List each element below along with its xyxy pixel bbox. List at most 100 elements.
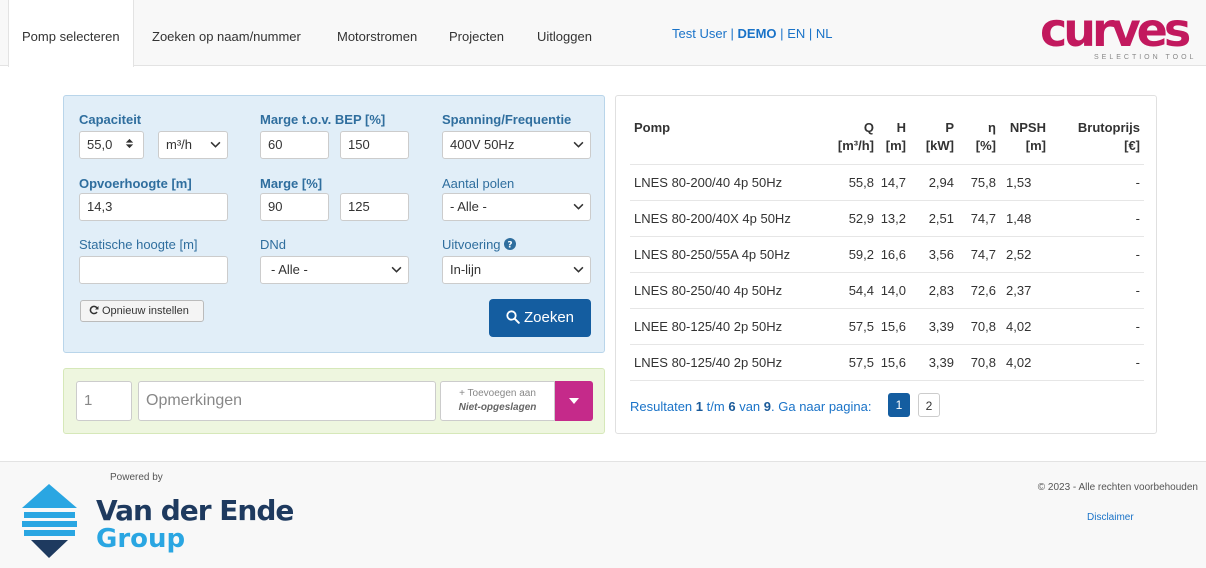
uitvoering-label-wrap: Uitvoering ? xyxy=(442,237,517,252)
search-button[interactable]: Zoeken xyxy=(489,299,591,337)
cell-npsh: 1,48 xyxy=(1006,211,1032,226)
polen-value: - Alle - xyxy=(450,199,487,214)
polen-select[interactable]: - Alle - xyxy=(442,193,591,221)
col-header-brutoprijs[interactable]: Brutoprijs [€] xyxy=(1058,119,1140,155)
statisch-input[interactable] xyxy=(79,256,228,284)
search-form-panel: Capaciteit 55,0 m³/h Marge t.o.v. BEP [%… xyxy=(63,95,605,353)
cell-pomp: LNES 80-250/40 4p 50Hz xyxy=(634,283,783,298)
capacity-label: Capaciteit xyxy=(79,112,142,127)
cell-eta: 74,7 xyxy=(970,211,996,226)
nav-zoeken-naam[interactable]: Zoeken op naam/nummer xyxy=(152,0,301,66)
vde-brand-line2: Group xyxy=(96,524,186,554)
cell-brutoprijs: - xyxy=(1135,211,1140,226)
marge-label: Marge [%] xyxy=(260,176,323,191)
chevron-down-icon xyxy=(391,266,402,273)
spanning-label: Spanning/Frequentie xyxy=(442,112,572,127)
chevron-down-icon xyxy=(573,203,584,210)
help-icon[interactable]: ? xyxy=(504,238,517,251)
cell-brutoprijs: - xyxy=(1135,247,1140,262)
add-to-project-button[interactable]: + Toevoegen aan Niet-opgeslagen xyxy=(440,381,555,421)
lang-nl-link[interactable]: NL xyxy=(816,26,833,41)
cell-npsh: 1,53 xyxy=(1006,175,1032,190)
nav-projecten[interactable]: Projecten xyxy=(449,0,504,66)
cell-brutoprijs: - xyxy=(1135,283,1140,298)
table-row[interactable]: LNES 80-200/40 4p 50Hz 55,8 14,7 2,94 75,8 1,… xyxy=(630,164,1144,200)
curves-logo[interactable]: curves SELECTION TOOL xyxy=(1040,3,1200,64)
nav-uitloggen[interactable]: Uitloggen xyxy=(537,0,592,66)
cell-h: 14,7 xyxy=(880,175,906,190)
disclaimer-link[interactable]: Disclaimer xyxy=(1087,512,1134,523)
col-header-pomp[interactable]: Pomp xyxy=(634,119,670,137)
cell-eta: 70,8 xyxy=(970,319,996,334)
svg-text:curves: curves xyxy=(1040,8,1190,52)
separator: | xyxy=(780,26,784,41)
capacity-input[interactable]: 55,0 xyxy=(79,131,144,159)
col-header-eta[interactable]: η [%] xyxy=(966,119,996,155)
col-header-npsh[interactable]: NPSH [m] xyxy=(998,119,1046,155)
cell-p: 3,39 xyxy=(928,355,954,370)
cell-p: 2,83 xyxy=(928,283,954,298)
table-row[interactable]: LNES 80-125/40 2p 50Hz 57,5 15,6 3,39 70,8 4,… xyxy=(630,344,1144,380)
user-links: Test User | DEMO | EN | NL xyxy=(672,26,833,41)
col-header-h[interactable]: H [m] xyxy=(876,119,906,155)
table-row[interactable]: LNES 80-200/40X 4p 50Hz 52,9 13,2 2,51 74,7 1… xyxy=(630,200,1144,236)
reset-label: Opnieuw instellen xyxy=(102,305,189,317)
cell-p: 3,39 xyxy=(928,319,954,334)
page-1-button[interactable]: 1 xyxy=(888,393,910,417)
table-row[interactable]: LNES 80-250/40 4p 50Hz 54,4 14,0 2,83 72,6 2,… xyxy=(630,272,1144,308)
vde-logo-icon[interactable] xyxy=(22,484,77,558)
col-header-p[interactable]: P [kW] xyxy=(916,119,954,155)
marge-bep-min-input[interactable]: 60 xyxy=(260,131,329,159)
lang-en-link[interactable]: EN xyxy=(787,26,805,41)
opvoer-input[interactable]: 14,3 xyxy=(79,193,228,221)
cell-brutoprijs: - xyxy=(1135,319,1140,334)
cell-q: 57,5 xyxy=(848,319,874,334)
user-name-link[interactable]: Test User xyxy=(672,26,727,41)
capacity-unit-select[interactable]: m³/h xyxy=(158,131,228,159)
dnd-value: - Alle - xyxy=(271,262,308,277)
marge-bep-label: Marge t.o.v. BEP [%] xyxy=(260,112,386,127)
cell-pomp: LNES 80-125/40 2p 50Hz xyxy=(634,355,783,370)
dnd-label: DNd xyxy=(260,237,287,252)
curves-logo-mark: curves xyxy=(1040,3,1194,57)
reset-button[interactable]: Opnieuw instellen xyxy=(80,300,204,322)
stepper-icon[interactable] xyxy=(124,138,135,149)
cell-p: 2,94 xyxy=(928,175,954,190)
table-row[interactable]: LNES 80-250/55A 4p 50Hz 59,2 16,6 3,56 74,7 2… xyxy=(630,236,1144,272)
chevron-down-icon xyxy=(573,266,584,273)
remarks-input[interactable]: Opmerkingen xyxy=(138,381,436,421)
uitvoering-value: In-lijn xyxy=(450,262,482,277)
spanning-select[interactable]: 400V 50Hz xyxy=(442,131,591,159)
separator: | xyxy=(808,26,813,41)
uitvoering-label: Uitvoering xyxy=(442,237,501,252)
nav-pomp-selecteren[interactable]: Pomp selecteren xyxy=(8,0,134,67)
nav-motorstromen[interactable]: Motorstromen xyxy=(337,0,417,66)
page-2-button[interactable]: 2 xyxy=(918,393,940,417)
refresh-icon xyxy=(89,305,99,315)
cell-eta: 70,8 xyxy=(970,355,996,370)
cell-eta: 75,8 xyxy=(970,175,996,190)
search-icon xyxy=(506,310,520,324)
caret-down-icon xyxy=(569,398,579,404)
table-row[interactable]: LNEE 80-125/40 2p 50Hz 57,5 15,6 3,39 70,8 4,… xyxy=(630,308,1144,344)
search-label: Zoeken xyxy=(523,309,575,326)
powered-by: Powered by xyxy=(110,472,163,483)
marge-bep-max-input[interactable]: 150 xyxy=(340,131,409,159)
marge-min-input[interactable]: 90 xyxy=(260,193,329,221)
add-dropdown-button[interactable] xyxy=(555,381,593,421)
col-header-q[interactable]: Q [m³/h] xyxy=(812,119,874,155)
cell-npsh: 4,02 xyxy=(1006,319,1032,334)
table-bottom-border xyxy=(630,380,1144,381)
cell-h: 13,2 xyxy=(880,211,906,226)
marge-max-input[interactable]: 125 xyxy=(340,193,409,221)
quantity-input[interactable]: 1 xyxy=(76,381,132,421)
notes-panel: 1 Opmerkingen + Toevoegen aan Niet-opges… xyxy=(63,368,605,434)
dnd-select[interactable]: - Alle - xyxy=(260,256,409,284)
cell-eta: 72,6 xyxy=(970,283,996,298)
uitvoering-select[interactable]: In-lijn xyxy=(442,256,591,284)
cell-eta: 74,7 xyxy=(970,247,996,262)
cell-q: 54,4 xyxy=(848,283,874,298)
top-nav: Pomp selecteren Zoeken op naam/nummer Mo… xyxy=(0,0,1206,67)
vde-brand-line1: Van der Ende xyxy=(96,494,294,527)
add-line1: Toevoegen aan xyxy=(467,388,536,399)
